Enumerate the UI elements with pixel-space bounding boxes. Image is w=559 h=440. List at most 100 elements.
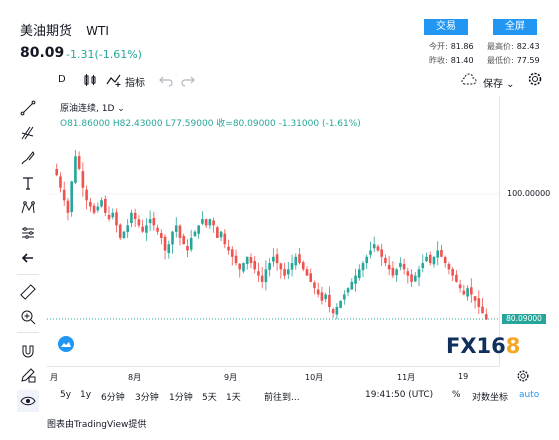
x-axis-label: 11月	[397, 373, 416, 382]
candle-body	[343, 294, 346, 300]
instrument-name: 美油期货	[20, 24, 73, 39]
candle-body	[481, 306, 484, 314]
settings-gear-icon[interactable]	[527, 71, 543, 87]
undo-icon[interactable]	[158, 72, 174, 88]
text-tool[interactable]	[17, 172, 39, 194]
fx168-watermark: FX168	[446, 334, 521, 358]
candle-body	[290, 263, 294, 270]
candle-body	[432, 256, 436, 265]
candle-body	[130, 212, 133, 224]
range-1y[interactable]: 1y	[80, 390, 91, 400]
goto-date-button[interactable]: 前往到...	[264, 390, 300, 403]
candle-body	[272, 256, 275, 262]
candle-body	[301, 262, 305, 270]
candle-body	[380, 249, 383, 257]
candle-body	[55, 168, 59, 176]
trade-button[interactable]: 交易	[424, 19, 468, 35]
instrument-symbol: WTI	[86, 24, 109, 38]
range-6min[interactable]: 6分钟	[101, 390, 125, 403]
back-arrow-tool[interactable]	[17, 247, 39, 269]
candle-body	[242, 263, 245, 272]
candle-type-icon[interactable]	[82, 72, 98, 88]
candle-body	[223, 233, 227, 245]
redo-icon[interactable]	[180, 72, 196, 88]
percent-toggle[interactable]: %	[452, 390, 461, 400]
hide-drawings-tool[interactable]	[17, 390, 39, 412]
candle-body	[111, 212, 115, 218]
stat-low: 最低价: 77.59	[487, 56, 540, 65]
candle-body	[103, 198, 107, 213]
auto-scale-toggle[interactable]: auto	[519, 390, 539, 400]
trend-line-tool[interactable]	[17, 97, 39, 119]
time-axis[interactable]	[47, 366, 499, 384]
candle-body	[369, 250, 372, 255]
log-scale-toggle[interactable]: 对数坐标	[472, 390, 508, 403]
indicators-icon[interactable]	[106, 72, 122, 88]
interval-selector[interactable]: D	[58, 74, 66, 94]
stat-prev-close: 昨收: 81.40	[429, 56, 474, 65]
forecast-icon	[22, 227, 34, 239]
cloud-save-icon[interactable]	[461, 72, 477, 88]
candle-body	[350, 281, 354, 290]
price-chart[interactable]	[47, 96, 499, 366]
indicators-button[interactable]: 指标	[125, 74, 145, 94]
candle-body	[279, 263, 283, 270]
range-3min[interactable]: 3分钟	[135, 390, 159, 403]
tradingview-credit[interactable]: 图表由TradingView提供	[47, 417, 146, 430]
chart-legend-title[interactable]: 原油连续, 1D ⌄	[60, 101, 125, 114]
candle-body	[92, 205, 96, 213]
ruler-tool[interactable]	[17, 281, 39, 303]
range-5d[interactable]: 5天	[202, 390, 217, 403]
candle-body	[421, 263, 425, 269]
x-axis-label: 10月	[305, 373, 324, 382]
candle-body	[283, 269, 286, 276]
clock-time[interactable]: 19:41:50 (UTC)	[365, 390, 433, 400]
candle-body	[85, 189, 88, 201]
candle-body	[399, 263, 402, 268]
candle-body	[193, 231, 197, 237]
save-button[interactable]: 保存 ⌄	[483, 75, 515, 95]
candle-body	[115, 212, 118, 226]
axis-settings-gear-icon[interactable]	[516, 369, 530, 383]
price-axis[interactable]	[499, 96, 559, 366]
fullscreen-button[interactable]: 全屏	[493, 19, 537, 35]
candle-body	[376, 246, 380, 251]
candle-body	[141, 226, 144, 232]
candle-body	[395, 269, 398, 276]
range-5y[interactable]: 5y	[60, 390, 71, 400]
candle-body	[466, 288, 469, 297]
forecast-tool[interactable]	[17, 222, 39, 244]
candle-body	[440, 249, 443, 257]
candle-body	[163, 236, 167, 251]
zoom-tool[interactable]	[17, 306, 39, 328]
candle-body	[455, 274, 458, 282]
candle-body	[133, 212, 137, 220]
candle-body	[219, 231, 223, 238]
candle-body	[443, 256, 447, 264]
candle-body	[387, 264, 391, 270]
candle-body	[238, 263, 242, 270]
candle-body	[298, 254, 301, 264]
candle-body	[100, 200, 103, 207]
candle-body	[118, 224, 122, 238]
candle-body	[354, 275, 357, 284]
candle-body	[384, 257, 387, 264]
range-1min[interactable]: 1分钟	[169, 390, 193, 403]
candle-body	[470, 287, 473, 295]
magnet-tool[interactable]	[17, 340, 39, 362]
candle-body	[62, 189, 66, 201]
candle-body	[458, 284, 462, 289]
candle-body	[428, 254, 432, 264]
pattern-tool[interactable]	[17, 197, 39, 219]
range-1d[interactable]: 1天	[226, 390, 241, 403]
candle-body	[70, 181, 73, 213]
pitchfork-tool[interactable]	[17, 122, 39, 144]
x-axis-label: 月	[50, 373, 58, 382]
candle-body	[178, 225, 182, 238]
ruler-icon	[20, 284, 36, 300]
lock-drawing-tool[interactable]	[17, 364, 39, 386]
candle-body	[447, 264, 451, 270]
candle-body	[294, 256, 298, 266]
brush-tool[interactable]	[17, 147, 39, 169]
tradingview-cloud-icon[interactable]	[55, 336, 77, 352]
